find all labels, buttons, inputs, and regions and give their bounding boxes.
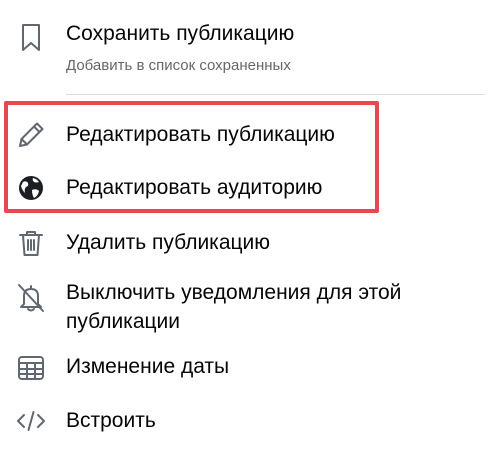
code-icon [14,404,48,438]
menu-item-label: Встроить [66,409,156,432]
menu-item-save-post[interactable]: Сохранить публикацию Добавить в список с… [0,0,499,90]
menu-item-change-date[interactable]: Изменение даты [0,342,499,392]
bell-off-icon [14,280,48,314]
menu-item-sublabel: Добавить в список сохраненных [66,57,291,74]
menu-divider [66,94,485,95]
calendar-icon [14,351,48,385]
menu-item-label: Выключить уведомления для этой [66,281,402,304]
menu-item-delete-post[interactable]: Удалить публикацию [0,218,499,268]
menu-item-embed[interactable]: Встроить [0,396,499,446]
trash-icon [14,226,48,260]
menu-item-label-continued: публикации [66,310,180,333]
highlight-box [4,101,379,213]
bookmark-icon [14,20,48,54]
menu-item-label: Удалить публикацию [66,231,271,254]
menu-item-turn-off-notifications[interactable]: Выключить уведомления для этой публикаци… [0,272,499,338]
menu-item-label: Сохранить публикацию [66,22,295,45]
menu-item-label: Изменение даты [66,355,230,378]
